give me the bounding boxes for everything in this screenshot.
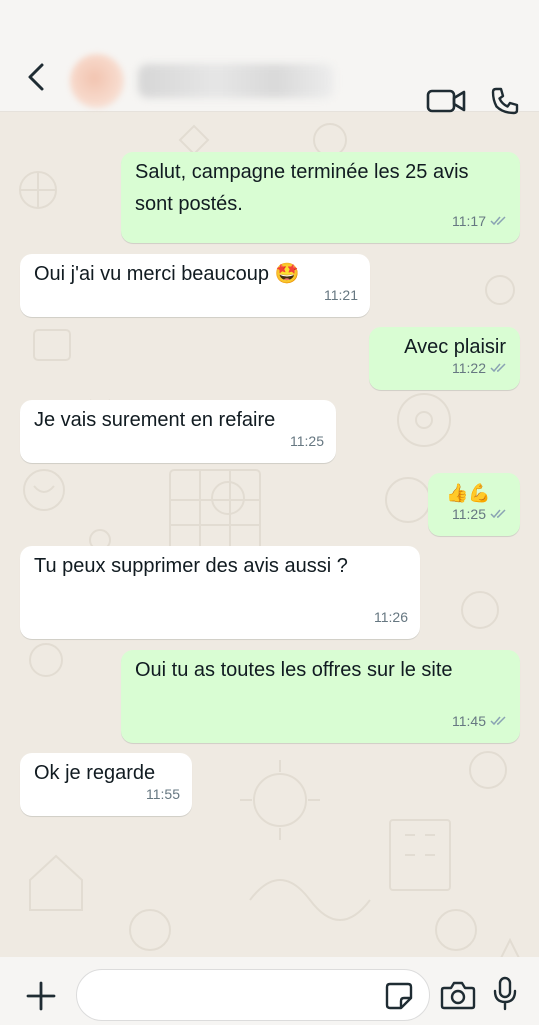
message-text: Oui j'ai vu merci beaucoup 🤩: [34, 263, 300, 285]
message-meta: 11:17: [452, 205, 508, 237]
message-text: Tu peux supprimer des avis aussi ?: [34, 555, 348, 577]
contact-name[interactable]: [138, 64, 334, 98]
microphone-icon[interactable]: [492, 975, 518, 1011]
message-text: Oui tu as toutes les offres sur le site: [135, 659, 453, 681]
message-meta: 11:25: [290, 425, 324, 457]
chat-header: [0, 24, 539, 115]
message-input[interactable]: [76, 969, 430, 1021]
message-time: 11:45: [452, 713, 486, 729]
message-bubble-outgoing[interactable]: Oui tu as toutes les offres sur le site …: [121, 650, 520, 743]
sticker-icon[interactable]: [384, 981, 414, 1011]
message-meta: 11:45: [452, 705, 508, 737]
message-time: 11:25: [290, 433, 324, 449]
chevron-left-icon[interactable]: [24, 62, 50, 92]
message-meta: 11:22: [452, 352, 508, 384]
message-bubble-incoming[interactable]: Tu peux supprimer des avis aussi ? 11:26: [20, 546, 420, 639]
read-ticks-icon: [490, 716, 506, 726]
message-time: 11:21: [324, 287, 358, 303]
camera-icon[interactable]: [440, 979, 476, 1011]
video-call-icon[interactable]: [426, 86, 468, 116]
message-bubble-outgoing[interactable]: 👍💪 11:25: [428, 473, 520, 536]
read-ticks-icon: [490, 363, 506, 373]
message-time: 11:26: [374, 609, 408, 625]
message-time: 11:22: [452, 360, 486, 376]
message-text: Je vais surement en refaire: [34, 409, 276, 431]
phone-call-icon[interactable]: [490, 86, 520, 116]
composer-bar: [0, 957, 539, 1025]
message-bubble-incoming[interactable]: Je vais surement en refaire 11:25: [20, 400, 336, 463]
message-time: 11:17: [452, 213, 486, 229]
message-text: Salut, campagne terminée les 25 avis son…: [135, 161, 469, 215]
message-meta: 11:25: [452, 498, 508, 530]
message-meta: 11:55: [146, 778, 180, 810]
read-ticks-icon: [490, 216, 506, 226]
read-ticks-icon: [490, 509, 506, 519]
message-time: 11:25: [452, 506, 486, 522]
message-bubble-incoming[interactable]: Oui j'ai vu merci beaucoup 🤩 11:21: [20, 254, 370, 317]
status-bar: [0, 0, 539, 24]
message-meta: 11:26: [374, 601, 408, 633]
plus-icon[interactable]: [24, 979, 58, 1013]
message-time: 11:55: [146, 786, 180, 802]
message-bubble-incoming[interactable]: Ok je regarde 11:55: [20, 753, 192, 816]
message-bubble-outgoing[interactable]: Salut, campagne terminée les 25 avis son…: [121, 152, 520, 243]
message-meta: 11:21: [324, 279, 358, 311]
avatar[interactable]: [70, 54, 124, 108]
message-bubble-outgoing[interactable]: Avec plaisir 11:22: [369, 327, 520, 390]
chat-screen: Salut, campagne terminée les 25 avis son…: [0, 0, 539, 1025]
